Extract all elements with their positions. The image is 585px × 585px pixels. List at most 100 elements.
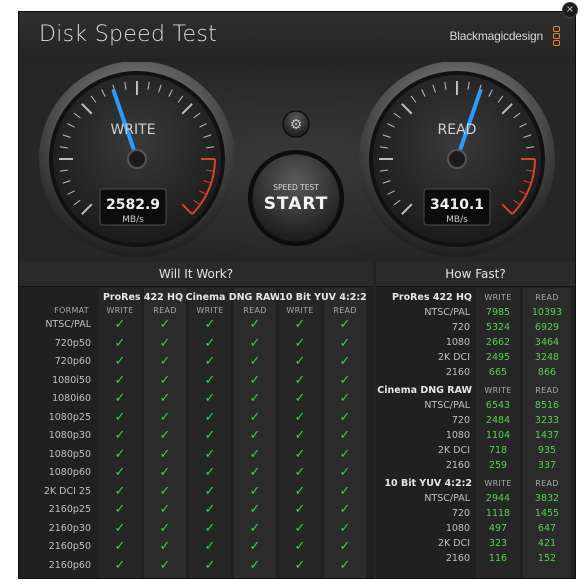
check-icon: ✓ (114, 335, 126, 351)
gear-icon: ⚙ (290, 117, 303, 133)
read-column-header: READ (243, 306, 267, 315)
check-icon: ✓ (339, 354, 351, 369)
write-column-header: WRITE (106, 306, 134, 315)
how-fast-panel: How Fast? ProRes 422 HQ WRITE READ NTSC/PAL… (376, 262, 575, 578)
write-speed-cell: 116 (488, 553, 508, 564)
check-icon: ✓ (339, 372, 351, 388)
check-icon: ✓ (159, 483, 171, 499)
check-icon: ✓ (159, 446, 171, 462)
read-needle-hub (447, 149, 467, 169)
write-column-header: WRITE (484, 293, 512, 302)
check-icon: ✓ (114, 557, 126, 573)
read-speed-cell: 8516 (534, 400, 560, 411)
write-speed-cell: 1104 (485, 430, 511, 441)
read-speed-cell: 337 (537, 460, 557, 471)
write-speed-cell: 497 (488, 523, 508, 534)
check-icon: ✓ (339, 317, 351, 332)
check-icon: ✓ (159, 409, 171, 425)
check-icon: ✓ (114, 354, 126, 369)
write-label: WRITE (110, 122, 155, 138)
format-row-label: 2160p50 (48, 541, 91, 552)
check-icon: ✓ (339, 391, 351, 406)
check-icon: ✓ (114, 391, 126, 406)
check-icon: ✓ (294, 317, 306, 332)
disk-speed-test-window: Disk Speed Test Blackmagicdesign WRITE 2… (18, 11, 576, 579)
speed-row-label: 1080 (445, 430, 470, 441)
will-it-work-panel: Will It Work? ProRes 422 HQ WRITE READ Cine… (19, 262, 373, 578)
check-icon: ✓ (114, 428, 126, 443)
read-speed-cell: 6929 (534, 322, 560, 333)
check-icon: ✓ (204, 502, 216, 517)
format-column-header: FORMAT (54, 306, 89, 315)
check-icon: ✓ (339, 428, 351, 443)
check-icon: ✓ (114, 483, 126, 499)
check-icon: ✓ (249, 520, 261, 536)
check-icon: ✓ (249, 354, 261, 369)
check-icon: ✓ (249, 465, 261, 480)
read-column-header: READ (535, 386, 559, 395)
check-icon: ✓ (339, 465, 351, 480)
write-gauge: WRITE 2582.9 MB/s (39, 61, 235, 257)
check-icon: ✓ (249, 409, 261, 425)
speed-row-label: 720 (451, 322, 470, 333)
start-button-label: START (264, 194, 329, 214)
check-icon: ✓ (339, 539, 351, 554)
format-row-label: 1080p60 (48, 467, 91, 478)
read-speed-unit: MB/s (446, 215, 468, 225)
speed-row-label: NTSC/PAL (424, 307, 470, 318)
write-speed-cell: 7985 (485, 307, 511, 318)
check-icon: ✓ (159, 372, 171, 388)
check-icon: ✓ (249, 372, 261, 388)
check-icon: ✓ (159, 335, 171, 351)
format-row-label: 1080p25 (48, 411, 91, 423)
format-row-label: 720p60 (54, 356, 91, 367)
check-icon: ✓ (114, 446, 126, 462)
format-row-label: 1080i60 (52, 393, 91, 404)
read-gauge: READ 3410.1 MB/s (359, 61, 555, 257)
check-icon: ✓ (294, 391, 306, 406)
group-header: ProRes 422 HQ (102, 292, 184, 303)
check-icon: ✓ (249, 317, 261, 332)
check-icon: ✓ (204, 446, 216, 462)
read-speed-cell: 3248 (534, 352, 560, 363)
check-icon: ✓ (204, 520, 216, 536)
check-icon: ✓ (204, 372, 216, 388)
write-speed-cell: 718 (488, 445, 508, 456)
check-icon: ✓ (114, 465, 126, 480)
title-bar: Disk Speed Test Blackmagicdesign (19, 12, 575, 62)
close-icon[interactable]: × (562, 2, 578, 18)
group-header: 10 Bit YUV 4:2:2 (279, 292, 367, 303)
check-icon: ✓ (249, 502, 261, 517)
speed-row-label: 720 (451, 415, 470, 426)
check-icon: ✓ (204, 539, 216, 554)
write-column-header: WRITE (484, 479, 512, 488)
write-speed-cell: 1118 (485, 508, 511, 519)
format-row-label: 1080i50 (52, 374, 91, 386)
check-icon: ✓ (339, 502, 351, 517)
app-title: Disk Speed Test (39, 22, 218, 47)
write-speed-cell: 259 (488, 460, 508, 471)
check-icon: ✓ (249, 335, 261, 351)
read-speed-value: 3410.1 (430, 197, 484, 213)
write-column-header: WRITE (484, 386, 512, 395)
check-icon: ✓ (249, 446, 261, 462)
check-icon: ✓ (204, 557, 216, 573)
write-speed-cell: 5324 (485, 322, 511, 333)
speed-group-header: ProRes 422 HQ (391, 292, 472, 303)
format-row-label: 2160p60 (48, 559, 91, 571)
read-column-header: READ (333, 306, 357, 315)
speed-test-start-button[interactable]: SPEED TEST START (248, 150, 344, 246)
settings-button[interactable]: ⚙ (282, 110, 310, 138)
check-icon: ✓ (159, 539, 171, 554)
write-speed-cell: 6543 (485, 400, 511, 411)
check-icon: ✓ (339, 483, 351, 499)
check-icon: ✓ (249, 557, 261, 573)
check-icon: ✓ (204, 317, 216, 332)
write-column-header: WRITE (196, 306, 224, 315)
start-button-caption: SPEED TEST (273, 183, 319, 192)
check-icon: ✓ (159, 502, 171, 517)
check-icon: ✓ (114, 502, 126, 517)
speed-row-label: NTSC/PAL (424, 493, 470, 504)
check-icon: ✓ (204, 335, 216, 351)
check-icon: ✓ (159, 465, 171, 480)
